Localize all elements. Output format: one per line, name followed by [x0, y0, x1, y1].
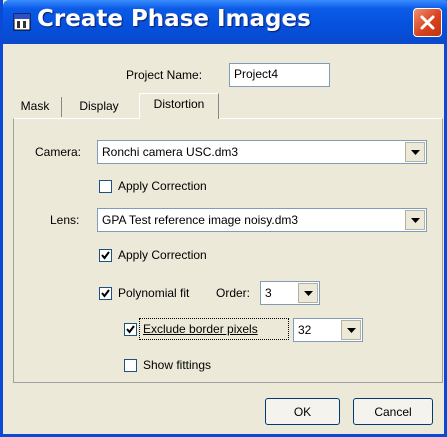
order-select-value: 3: [265, 286, 272, 300]
dropdown-arrow-icon: [347, 328, 356, 333]
lens-select-value: GPA Test reference image noisy.dm3: [102, 213, 299, 227]
show-fittings-checkbox[interactable]: [124, 359, 137, 372]
order-select[interactable]: 3: [260, 281, 320, 305]
tab-distortion-label: Distortion: [153, 97, 205, 111]
close-button[interactable]: [413, 8, 442, 37]
exclude-border-label: Exclude border pixels: [143, 322, 258, 336]
tab-divider: [61, 97, 62, 117]
cancel-button[interactable]: Cancel: [353, 398, 433, 425]
camera-select-value: Ronchi camera USC.dm3: [102, 145, 239, 159]
camera-select[interactable]: Ronchi camera USC.dm3: [97, 140, 427, 164]
tab-distortion[interactable]: Distortion: [139, 93, 219, 119]
window-icon: [13, 13, 31, 31]
tab-mask[interactable]: Mask: [13, 96, 57, 118]
exclude-border-label-text: Exclude border pixels: [143, 322, 258, 336]
tab-mask-label: Mask: [20, 99, 50, 113]
dropdown-arrow-icon: [411, 218, 420, 223]
border-pixels-value: 32: [298, 323, 312, 337]
camera-apply-correction-label: Apply Correction: [118, 179, 207, 193]
lens-apply-correction-checkbox[interactable]: [99, 249, 112, 262]
checkmark-icon: [126, 325, 135, 334]
polynomial-fit-checkbox[interactable]: [99, 287, 112, 300]
border-pixels-select[interactable]: 32: [293, 318, 363, 342]
lens-label: Lens:: [50, 213, 80, 227]
tab-display-label: Display: [79, 99, 119, 113]
camera-apply-correction-checkbox[interactable]: [99, 180, 112, 193]
exclude-border-checkbox[interactable]: [124, 323, 137, 336]
close-icon: [420, 15, 435, 30]
tab-display[interactable]: Display: [63, 96, 135, 118]
title-bar[interactable]: Create Phase Images: [3, 0, 447, 44]
camera-dropdown-button[interactable]: [405, 142, 425, 162]
dialog-window: Create Phase Images Project Name: Projec…: [0, 0, 447, 437]
checkmark-icon: [101, 251, 110, 260]
polynomial-fit-label: Polynomial fit: [118, 286, 190, 300]
dropdown-arrow-icon: [411, 150, 420, 155]
window-title: Create Phase Images: [37, 6, 311, 32]
lens-dropdown-button[interactable]: [405, 210, 425, 230]
camera-label: Camera:: [35, 145, 82, 159]
checkmark-icon: [101, 289, 110, 298]
project-name-input[interactable]: Project4: [229, 63, 330, 87]
lens-select[interactable]: GPA Test reference image noisy.dm3: [97, 208, 427, 232]
ok-button-label: OK: [293, 405, 312, 419]
cancel-button-label: Cancel: [374, 405, 412, 419]
order-dropdown-button[interactable]: [298, 283, 318, 303]
border-pixels-dropdown-button[interactable]: [341, 320, 361, 340]
ok-button[interactable]: OK: [265, 398, 340, 425]
dropdown-arrow-icon: [304, 291, 313, 296]
project-name-label: Project Name:: [126, 68, 203, 82]
order-label: Order:: [216, 286, 251, 300]
show-fittings-label: Show fittings: [143, 358, 212, 372]
lens-apply-correction-label: Apply Correction: [118, 248, 207, 262]
